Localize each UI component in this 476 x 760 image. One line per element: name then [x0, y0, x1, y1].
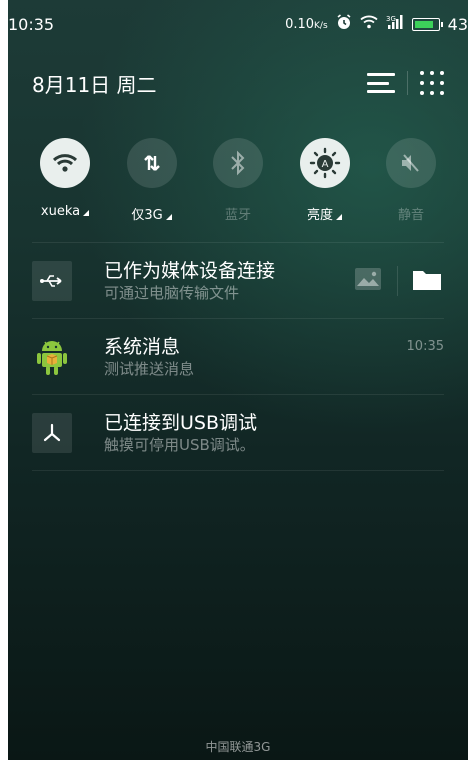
- date-text: 8月11日 周二: [32, 72, 157, 97]
- network-speed: 0.10K/s: [285, 16, 328, 32]
- carrier-label: 中国联通3G: [205, 740, 271, 754]
- notification-usb-media[interactable]: 已作为媒体设备连接 可通过电脑传输文件: [32, 242, 444, 318]
- bluetooth-icon[interactable]: [213, 138, 263, 188]
- header-divider: [407, 71, 408, 95]
- toggle-brightness[interactable]: A 亮度: [282, 138, 368, 223]
- left-edge: [0, 0, 8, 760]
- wifi-icon: [360, 15, 378, 33]
- notification-subtitle: 测试推送消息: [104, 359, 195, 378]
- brightness-auto-icon[interactable]: A: [299, 138, 350, 188]
- usb-debug-icon: [32, 412, 72, 453]
- toggle-mute[interactable]: 静音: [368, 138, 454, 223]
- action-divider: [397, 265, 398, 296]
- right-edge: [468, 0, 476, 760]
- status-time: 10:35: [8, 14, 55, 34]
- toggle-mobile-data-label: 仅3G: [131, 204, 172, 223]
- caret-icon: [83, 210, 90, 216]
- notification-list: 已作为媒体设备连接 可通过电脑传输文件 系统消息 测试推送消息 10:35 已连…: [32, 242, 444, 471]
- mobile-data-icon[interactable]: [126, 138, 177, 188]
- battery-level: 43: [447, 14, 468, 34]
- notification-title: 系统消息: [104, 335, 181, 358]
- caret-icon: [336, 214, 342, 220]
- app-grid-icon[interactable]: [420, 71, 444, 95]
- toggle-brightness-label: 亮度: [307, 204, 342, 223]
- android-icon: [32, 337, 72, 377]
- toggle-mobile-data[interactable]: 仅3G: [109, 138, 195, 223]
- notification-system-message[interactable]: 系统消息 测试推送消息 10:35: [32, 318, 444, 394]
- mute-icon[interactable]: [386, 138, 436, 188]
- caret-icon: [165, 214, 172, 220]
- toggle-wifi-label: xueka: [41, 204, 90, 219]
- notification-subtitle: 触摸可停用USB调试。: [104, 435, 255, 454]
- notification-list-icon[interactable]: [367, 73, 395, 93]
- notification-time: 10:35: [406, 339, 444, 354]
- toggle-bluetooth[interactable]: 蓝牙: [195, 138, 281, 223]
- toggle-wifi[interactable]: xueka: [22, 138, 108, 223]
- notification-title: 已作为媒体设备连接: [104, 259, 276, 282]
- status-bar: 10:35 0.10K/s 3G 43: [8, 12, 468, 36]
- folder-icon[interactable]: [412, 267, 442, 295]
- gallery-icon[interactable]: [353, 266, 383, 296]
- status-right: 0.10K/s 3G 43: [285, 14, 468, 34]
- svg-text:3G: 3G: [386, 15, 396, 23]
- notification-title: 已连接到USB调试: [104, 411, 258, 434]
- usb-icon: [32, 260, 72, 301]
- toggle-mute-label: 静音: [397, 208, 424, 223]
- date-header: 8月11日 周二: [32, 68, 444, 98]
- alarm-icon: [336, 14, 352, 34]
- notification-usb-debugging[interactable]: 已连接到USB调试 触摸可停用USB调试。: [32, 394, 444, 471]
- svg-text:A: A: [321, 159, 328, 170]
- signal-icon: 3G: [386, 14, 404, 34]
- wifi-icon[interactable]: [40, 138, 90, 188]
- toggle-bluetooth-label: 蓝牙: [224, 208, 251, 223]
- notification-subtitle: 可通过电脑传输文件: [104, 283, 240, 302]
- battery-icon: [411, 17, 443, 31]
- quick-settings: xueka 仅3G 蓝牙 A 亮度 静音: [22, 138, 454, 223]
